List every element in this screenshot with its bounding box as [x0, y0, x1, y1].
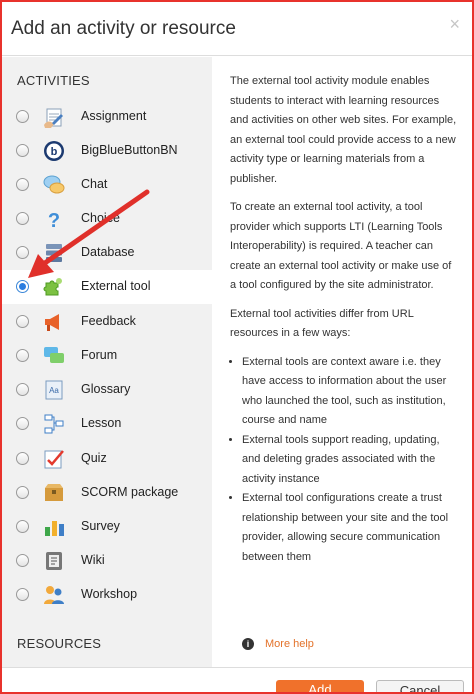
option-scorm[interactable]: SCORM package	[2, 476, 212, 510]
option-survey[interactable]: Survey	[2, 510, 212, 544]
option-quiz[interactable]: Quiz	[2, 442, 212, 476]
dialog-header: Add an activity or resource ×	[2, 2, 472, 56]
radio-button[interactable]	[16, 588, 29, 601]
info-icon: i	[242, 638, 254, 651]
external-tool-icon	[43, 278, 62, 296]
option-glossary[interactable]: Aa Glossary	[2, 373, 212, 407]
option-assignment[interactable]: Assignment	[2, 100, 212, 134]
option-lesson[interactable]: Lesson	[2, 407, 212, 441]
description-paragraph: The external tool activity module enable…	[230, 75, 457, 185]
option-label: Survey	[81, 519, 120, 533]
svg-text:b: b	[51, 146, 58, 158]
database-icon	[46, 244, 62, 262]
add-button[interactable]: Add	[276, 680, 364, 692]
description-panel: The external tool activity module enable…	[230, 72, 458, 567]
option-label: Wiki	[81, 553, 105, 567]
option-feedback[interactable]: Feedback	[2, 305, 212, 339]
option-label: Assignment	[81, 109, 147, 123]
chat-icon	[43, 175, 65, 194]
option-label: Quiz	[81, 451, 107, 465]
option-label: Glossary	[81, 382, 131, 396]
add-activity-dialog: Add an activity or resource × ACTIVITIES…	[0, 0, 474, 694]
option-label: Database	[81, 245, 135, 259]
option-wiki[interactable]: Wiki	[2, 544, 212, 578]
list-item: External tools are context aware i.e. th…	[242, 353, 458, 431]
close-icon[interactable]: ×	[449, 14, 460, 35]
option-label: Feedback	[81, 314, 136, 328]
radio-button-selected[interactable]	[16, 280, 29, 293]
survey-icon	[45, 521, 64, 536]
option-label: External tool	[81, 279, 151, 293]
assignment-icon	[44, 108, 63, 128]
more-help[interactable]: i More help	[242, 638, 314, 651]
description-paragraph: To create an external tool activity, a t…	[230, 201, 452, 291]
radio-button[interactable]	[16, 554, 29, 567]
svg-text:Aa: Aa	[49, 386, 59, 395]
option-database[interactable]: Database	[2, 236, 212, 270]
option-label: Workshop	[81, 587, 138, 601]
option-label: Chat	[81, 177, 108, 191]
forum-icon	[44, 347, 64, 363]
option-external-tool[interactable]: External tool	[2, 270, 214, 304]
quiz-icon	[44, 450, 64, 469]
section-activities: ACTIVITIES	[17, 73, 90, 88]
bigbluebutton-icon: b	[44, 141, 64, 161]
radio-button[interactable]	[16, 212, 29, 225]
scorm-icon	[45, 484, 63, 501]
option-label: Lesson	[81, 416, 122, 430]
radio-button[interactable]	[16, 315, 29, 328]
option-choice[interactable]: ? Choice	[2, 202, 212, 236]
option-label: Forum	[81, 348, 118, 362]
option-chat[interactable]: Chat	[2, 168, 212, 202]
radio-button[interactable]	[16, 452, 29, 465]
more-help-link[interactable]: More help	[265, 638, 314, 650]
option-label: SCORM package	[81, 485, 179, 499]
radio-button[interactable]	[16, 246, 29, 259]
choice-icon: ?	[48, 210, 60, 231]
radio-button[interactable]	[16, 520, 29, 533]
option-label: BigBlueButtonBN	[81, 143, 178, 157]
option-bigbluebutton[interactable]: b BigBlueButtonBN	[2, 134, 212, 168]
dialog-footer: Add Cancel	[2, 667, 472, 692]
section-resources: RESOURCES	[17, 636, 102, 651]
glossary-icon: Aa	[45, 380, 63, 400]
radio-button[interactable]	[16, 349, 29, 362]
list-item: External tool configurations create a tr…	[242, 489, 458, 567]
differences-list: External tools are context aware i.e. th…	[230, 353, 458, 568]
radio-button[interactable]	[16, 110, 29, 123]
radio-button[interactable]	[16, 144, 29, 157]
option-label: Choice	[81, 211, 120, 225]
radio-button[interactable]	[16, 178, 29, 191]
radio-button[interactable]	[16, 383, 29, 396]
feedback-icon	[45, 314, 59, 331]
description-paragraph: External tool activities differ from URL…	[230, 307, 414, 340]
svg-text:?: ?	[48, 210, 60, 231]
option-forum[interactable]: Forum	[2, 339, 212, 373]
radio-button[interactable]	[16, 486, 29, 499]
option-workshop[interactable]: Workshop	[2, 578, 212, 612]
cancel-button[interactable]: Cancel	[376, 680, 464, 692]
options-panel: ACTIVITIES Assignment b BigBlueButtonBN	[2, 57, 214, 667]
workshop-icon	[44, 586, 64, 604]
lesson-icon	[44, 414, 64, 434]
radio-button[interactable]	[16, 417, 29, 430]
dialog-title: Add an activity or resource	[11, 18, 236, 39]
list-item: External tools support reading, updating…	[242, 431, 458, 490]
wiki-icon	[46, 552, 62, 570]
